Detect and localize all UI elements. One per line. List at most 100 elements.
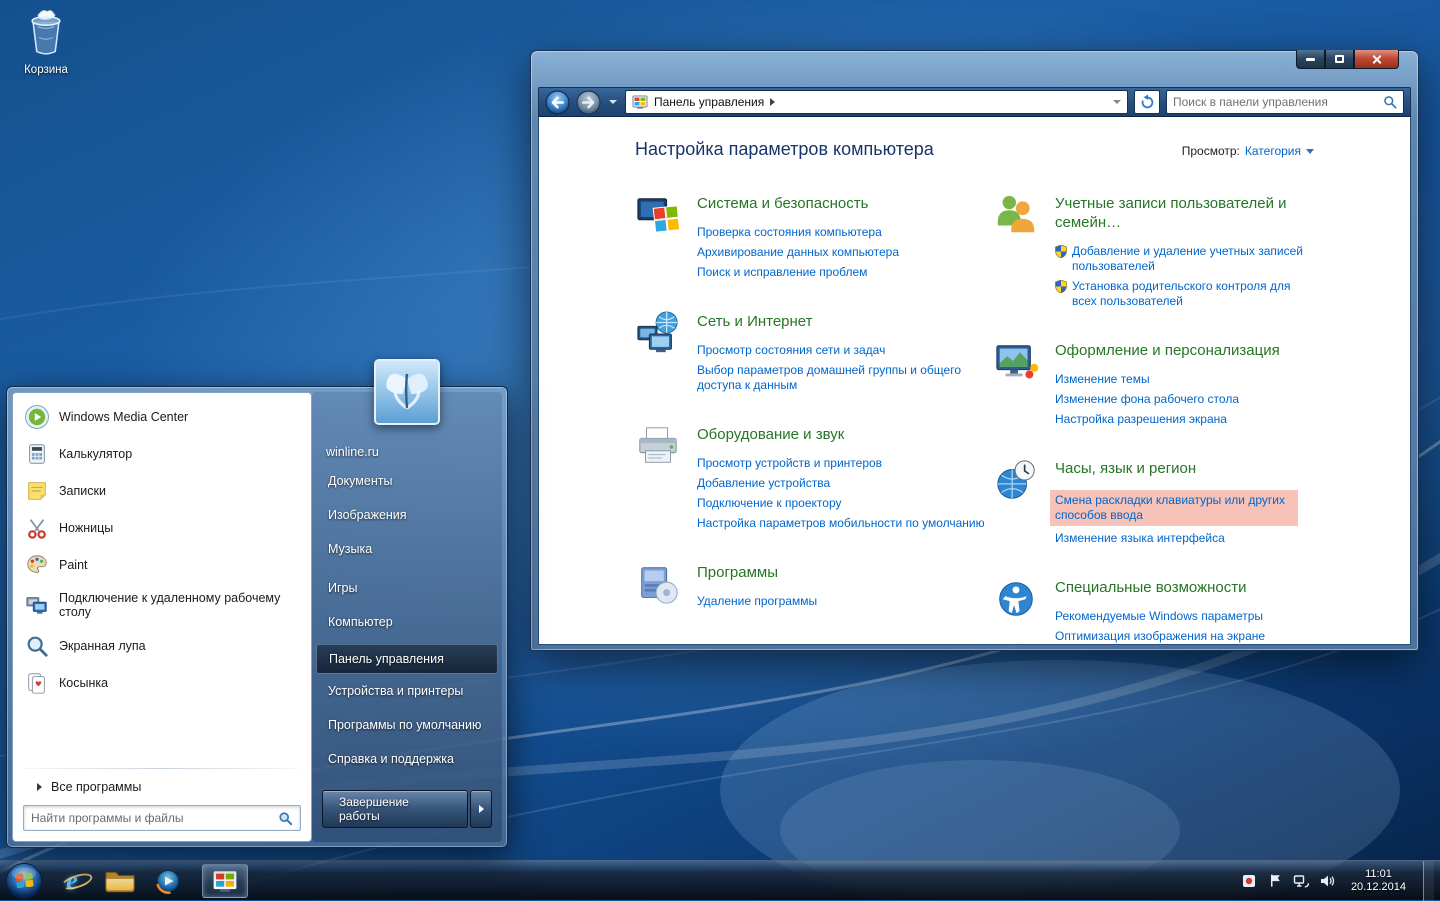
category-title[interactable]: Сеть и Интернет <box>697 312 813 331</box>
start-menu-places-panel: winline.ru Документы Изображения Музыка … <box>312 392 502 842</box>
place-control-panel[interactable]: Панель управления <box>316 644 498 674</box>
category-title[interactable]: Специальные возможности <box>1055 578 1247 597</box>
link-add-remove-accounts[interactable]: Добавление и удаление учетных записей по… <box>1055 244 1312 274</box>
volume-icon[interactable] <box>1319 872 1336 889</box>
place-default-programs[interactable]: Программы по умолчанию <box>312 708 502 742</box>
link-connect-projector[interactable]: Подключение к проектору <box>697 496 985 511</box>
place-computer[interactable]: Компьютер <box>312 605 502 639</box>
link-change-background[interactable]: Изменение фона рабочего стола <box>1055 392 1280 407</box>
place-documents[interactable]: Документы <box>312 464 502 498</box>
place-music[interactable]: Музыка <box>312 532 502 566</box>
ease-of-access-icon[interactable] <box>993 576 1041 624</box>
taskbar-explorer[interactable] <box>100 861 140 901</box>
taskbar-internet-explorer[interactable]: e <box>52 861 92 901</box>
place-help-support[interactable]: Справка и поддержка <box>312 742 502 776</box>
program-magnifier[interactable]: Экранная лупа <box>13 627 311 664</box>
minimize-button[interactable] <box>1296 50 1325 69</box>
recycle-bin[interactable]: Корзина <box>10 8 82 76</box>
start-button[interactable] <box>4 861 44 901</box>
program-solitaire[interactable]: Косынка <box>13 664 311 701</box>
close-button[interactable] <box>1354 50 1399 69</box>
clock-language-region-icon[interactable] <box>993 457 1041 505</box>
category-title[interactable]: Учетные записи пользователей и семейн… <box>1055 194 1307 232</box>
history-dropdown-icon[interactable] <box>609 100 617 104</box>
category-clock-language-region: Часы, язык и регион Смена раскладки клав… <box>993 457 1380 551</box>
back-button[interactable] <box>545 90 570 115</box>
link-network-status[interactable]: Просмотр состояния сети и задач <box>697 343 987 358</box>
category-user-accounts: Учетные записи пользователей и семейн… <box>993 192 1380 314</box>
system-tray: 11:01 20.12.2014 <box>1241 861 1440 901</box>
link-change-keyboard-layout[interactable]: Смена раскладки клавиатуры или других сп… <box>1050 490 1298 526</box>
category-title[interactable]: Программы <box>697 563 778 582</box>
media-player-icon <box>154 867 182 895</box>
internet-explorer-icon: e <box>66 866 78 896</box>
shutdown-button[interactable]: Завершение работы <box>322 790 468 828</box>
start-menu: Windows Media Center Калькулятор Записки… <box>6 386 508 848</box>
network-internet-icon[interactable] <box>635 310 683 358</box>
start-menu-separator <box>25 768 299 769</box>
link-screen-resolution[interactable]: Настройка разрешения экрана <box>1055 412 1280 427</box>
link-find-fix-problems[interactable]: Поиск и исправление проблем <box>697 265 899 280</box>
place-games[interactable]: Игры <box>312 571 502 605</box>
refresh-button[interactable] <box>1134 90 1160 114</box>
program-calculator[interactable]: Калькулятор <box>13 435 311 472</box>
link-check-computer-status[interactable]: Проверка состояния компьютера <box>697 225 899 240</box>
address-bar[interactable]: Панель управления <box>625 90 1128 114</box>
forward-button[interactable] <box>576 90 601 115</box>
window-titlebar[interactable] <box>538 51 1411 87</box>
link-uninstall-program[interactable]: Удаление программы <box>697 594 817 609</box>
tray-program-icon[interactable] <box>1241 872 1258 889</box>
recycle-bin-label: Корзина <box>10 64 82 76</box>
appearance-icon[interactable] <box>993 339 1041 387</box>
program-label: Калькулятор <box>59 447 132 461</box>
link-devices-printers[interactable]: Просмотр устройств и принтеров <box>697 456 985 471</box>
link-mobility-settings[interactable]: Настройка параметров мобильности по умол… <box>697 516 985 531</box>
shutdown-options-button[interactable] <box>470 790 492 828</box>
link-homegroup-options[interactable]: Выбор параметров домашней группы и общег… <box>697 363 987 393</box>
programs-icon[interactable] <box>635 561 683 609</box>
control-panel-search-input[interactable]: Поиск в панели управления <box>1166 90 1404 114</box>
start-search-input[interactable]: Найти программы и файлы <box>23 805 301 831</box>
program-paint[interactable]: Paint <box>13 546 311 583</box>
taskbar-clock[interactable]: 11:01 20.12.2014 <box>1351 868 1406 894</box>
link-add-device[interactable]: Добавление устройства <box>697 476 985 491</box>
program-snipping-tool[interactable]: Ножницы <box>13 509 311 546</box>
link-parental-controls[interactable]: Установка родительского контроля для все… <box>1055 279 1312 309</box>
address-dropdown-icon[interactable] <box>1113 100 1121 104</box>
hardware-sound-icon[interactable] <box>635 423 683 471</box>
link-change-display-language[interactable]: Изменение языка интерфейса <box>1055 531 1298 546</box>
breadcrumb-chevron-icon[interactable] <box>770 98 775 106</box>
category-title[interactable]: Оформление и персонализация <box>1055 341 1280 360</box>
view-by-value[interactable]: Категория <box>1245 144 1301 158</box>
system-security-icon[interactable] <box>635 192 683 240</box>
show-desktop-button[interactable] <box>1423 861 1434 901</box>
taskbar-active-control-panel[interactable] <box>202 864 248 898</box>
category-title[interactable]: Часы, язык и регион <box>1055 459 1196 478</box>
user-avatar[interactable] <box>374 359 440 425</box>
link-optimize-display[interactable]: Оптимизация изображения на экране <box>1055 629 1265 644</box>
refresh-icon <box>1139 94 1156 111</box>
network-icon[interactable] <box>1293 872 1310 889</box>
all-programs-button[interactable]: Все программы <box>13 773 311 801</box>
link-change-theme[interactable]: Изменение темы <box>1055 372 1280 387</box>
program-label: Windows Media Center <box>59 410 188 424</box>
category-title[interactable]: Система и безопасность <box>697 194 868 213</box>
link-suggested-settings[interactable]: Рекомендуемые Windows параметры <box>1055 609 1265 624</box>
maximize-button[interactable] <box>1325 50 1354 69</box>
program-label: Подключение к удаленному рабочему столу <box>59 591 301 619</box>
link-backup[interactable]: Архивирование данных компьютера <box>697 245 899 260</box>
breadcrumb-control-panel[interactable]: Панель управления <box>654 95 764 109</box>
uac-shield-icon <box>1055 280 1067 293</box>
user-accounts-icon[interactable] <box>993 192 1041 240</box>
view-by-dropdown-icon[interactable] <box>1306 149 1314 154</box>
category-title[interactable]: Оборудование и звук <box>697 425 844 444</box>
program-sticky-notes[interactable]: Записки <box>13 472 311 509</box>
user-name[interactable]: winline.ru <box>312 440 502 464</box>
start-menu-programs-panel: Windows Media Center Калькулятор Записки… <box>12 392 312 842</box>
program-remote-desktop[interactable]: Подключение к удаленному рабочему столу <box>13 583 311 627</box>
action-center-flag-icon[interactable] <box>1267 872 1284 889</box>
place-pictures[interactable]: Изображения <box>312 498 502 532</box>
taskbar-media-player[interactable] <box>148 861 188 901</box>
program-windows-media-center[interactable]: Windows Media Center <box>13 398 311 435</box>
place-devices-printers[interactable]: Устройства и принтеры <box>312 674 502 708</box>
